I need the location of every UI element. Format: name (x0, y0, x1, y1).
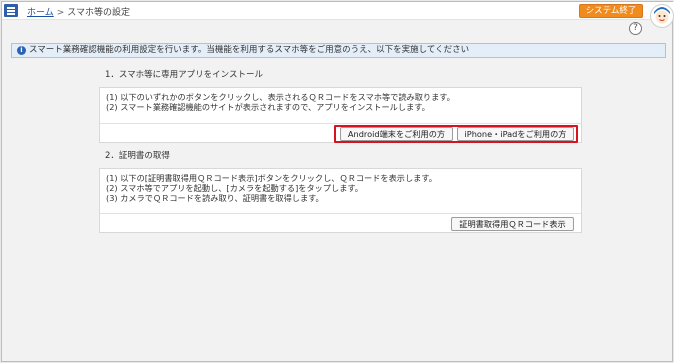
hamburger-menu-icon[interactable] (4, 4, 18, 17)
section1-footer: Android端末をご利用の方 iPhone・iPadをご利用の方 (100, 123, 581, 143)
info-banner: i スマート業務確認機能の利用設定を行います。当機能を利用するスマホ等をご用意の… (11, 43, 666, 58)
breadcrumb: ホーム > スマホ等の設定 (27, 5, 130, 18)
section2-title: 2．証明書の取得 (105, 151, 170, 161)
section1-panel: (1) 以下のいずれかのボタンをクリックし、表示されるＱＲコードをスマホ等で読み… (99, 87, 582, 143)
section2-line-1: (1) 以下の[証明書取得用ＱＲコード表示]ボタンをクリックし、ＱＲコードを表示… (106, 173, 437, 183)
top-bar: ホーム > スマホ等の設定 システム終了 (2, 2, 674, 20)
section2-line-3: (3) カメラでＱＲコードを読み取り、証明書を取得します。 (106, 193, 324, 203)
section2-panel: (1) 以下の[証明書取得用ＱＲコード表示]ボタンをクリックし、ＱＲコードを表示… (99, 168, 582, 233)
system-end-button[interactable]: システム終了 (579, 4, 643, 18)
info-icon: i (17, 46, 26, 55)
app-window: ホーム > スマホ等の設定 システム終了 ? i スマート業務確認機能の利用設定を行… (1, 1, 674, 362)
breadcrumb-home-link[interactable]: ホーム (27, 8, 54, 18)
mascot-avatar-icon[interactable] (650, 3, 674, 29)
section1-line-1: (1) 以下のいずれかのボタンをクリックし、表示されるＱＲコードをスマホ等で読み… (106, 92, 455, 102)
section2-line-2: (2) スマホ等でアプリを起動し、[カメラを起動する]をタップします。 (106, 183, 363, 193)
android-qr-button[interactable]: Android端末をご利用の方 (340, 127, 453, 141)
breadcrumb-separator: > (56, 8, 65, 18)
section1-instructions: (1) 以下のいずれかのボタンをクリックし、表示されるＱＲコードをスマホ等で読み… (100, 88, 581, 112)
section1-title: 1．スマホ等に専用アプリをインストール (105, 70, 263, 80)
section1-line-2: (2) スマート業務確認機能のサイトが表示されますので、アプリをインストールしま… (106, 102, 430, 112)
breadcrumb-current: スマホ等の設定 (67, 8, 131, 18)
info-banner-text: スマート業務確認機能の利用設定を行います。当機能を利用するスマホ等をご用意のうえ… (29, 45, 470, 55)
certificate-qr-button[interactable]: 証明書取得用ＱＲコード表示 (451, 217, 574, 231)
section2-instructions: (1) 以下の[証明書取得用ＱＲコード表示]ボタンをクリックし、ＱＲコードを表示… (100, 169, 581, 203)
iphone-qr-button[interactable]: iPhone・iPadをご利用の方 (457, 127, 574, 141)
help-icon[interactable]: ? (629, 22, 642, 35)
section2-footer: 証明書取得用ＱＲコード表示 (100, 213, 581, 232)
